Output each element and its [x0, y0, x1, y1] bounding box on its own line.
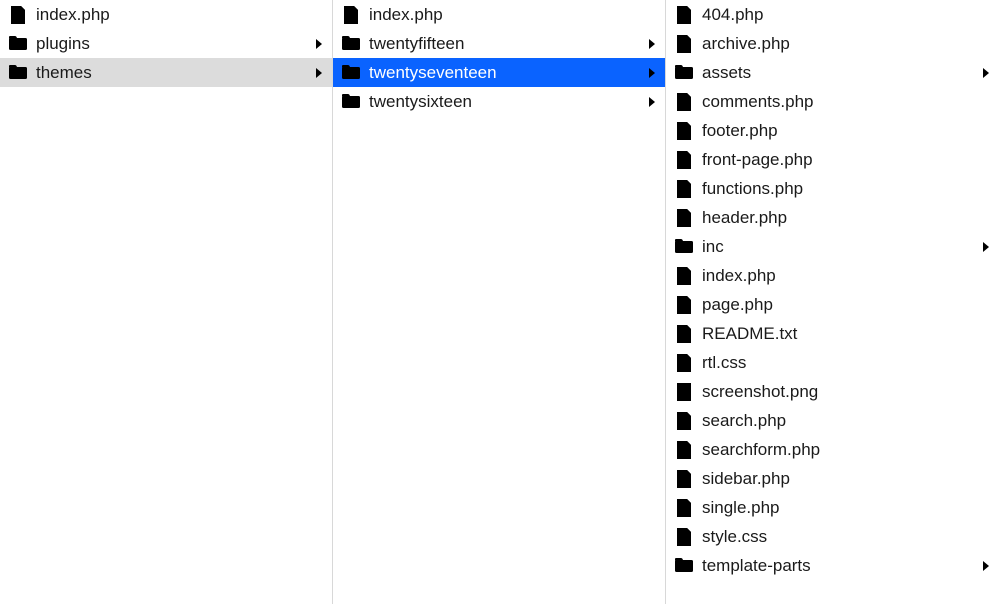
chevron-right-icon — [314, 39, 324, 49]
item-label: themes — [36, 58, 310, 87]
item-label: searchform.php — [702, 435, 991, 464]
php-file-icon — [674, 469, 694, 489]
file-item-screenshot-png[interactable]: screenshot.png — [666, 377, 999, 406]
php-file-icon — [674, 34, 694, 54]
item-label: twentyfifteen — [369, 29, 643, 58]
item-label: template-parts — [702, 551, 977, 580]
item-label: comments.php — [702, 87, 991, 116]
folder-icon — [674, 237, 694, 257]
item-label: twentysixteen — [369, 87, 643, 116]
item-label: front-page.php — [702, 145, 991, 174]
php-file-icon — [674, 266, 694, 286]
file-item-style-css[interactable]: style.css — [666, 522, 999, 551]
folder-item-twentysixteen[interactable]: twentysixteen — [333, 87, 665, 116]
file-item-single-php[interactable]: single.php — [666, 493, 999, 522]
finder-column-view: index.phppluginsthemes index.phptwentyfi… — [0, 0, 1000, 604]
folder-icon — [8, 63, 28, 83]
folder-icon — [674, 63, 694, 83]
php-file-icon — [674, 179, 694, 199]
php-file-icon — [674, 92, 694, 112]
php-file-icon — [674, 121, 694, 141]
item-label: footer.php — [702, 116, 991, 145]
item-label: index.php — [36, 0, 324, 29]
chevron-right-icon — [981, 68, 991, 78]
file-item-index-php[interactable]: index.php — [333, 0, 665, 29]
item-label: README.txt — [702, 319, 991, 348]
image-file-icon — [674, 382, 694, 402]
folder-item-twentyfifteen[interactable]: twentyfifteen — [333, 29, 665, 58]
file-item-front-page-php[interactable]: front-page.php — [666, 145, 999, 174]
folder-icon — [341, 92, 361, 112]
item-label: index.php — [369, 0, 657, 29]
file-item-searchform-php[interactable]: searchform.php — [666, 435, 999, 464]
php-file-icon — [674, 208, 694, 228]
php-file-icon — [8, 5, 28, 25]
item-label: page.php — [702, 290, 991, 319]
item-label: style.css — [702, 522, 991, 551]
folder-item-themes[interactable]: themes — [0, 58, 332, 87]
item-label: sidebar.php — [702, 464, 991, 493]
folder-item-plugins[interactable]: plugins — [0, 29, 332, 58]
file-item-comments-php[interactable]: comments.php — [666, 87, 999, 116]
item-label: screenshot.png — [702, 377, 991, 406]
folder-icon — [674, 556, 694, 576]
chevron-right-icon — [981, 561, 991, 571]
item-label: plugins — [36, 29, 310, 58]
item-label: index.php — [702, 261, 991, 290]
file-item-search-php[interactable]: search.php — [666, 406, 999, 435]
css-file-icon — [674, 353, 694, 373]
folder-icon — [341, 34, 361, 54]
item-label: archive.php — [702, 29, 991, 58]
file-item-index-php[interactable]: index.php — [666, 261, 999, 290]
file-item-rtl-css[interactable]: rtl.css — [666, 348, 999, 377]
php-file-icon — [674, 150, 694, 170]
chevron-right-icon — [647, 97, 657, 107]
file-item-functions-php[interactable]: functions.php — [666, 174, 999, 203]
item-label: header.php — [702, 203, 991, 232]
php-file-icon — [674, 440, 694, 460]
php-file-icon — [674, 411, 694, 431]
php-file-icon — [674, 295, 694, 315]
text-file-icon — [674, 324, 694, 344]
item-label: inc — [702, 232, 977, 261]
file-item-readme-txt[interactable]: README.txt — [666, 319, 999, 348]
item-label: single.php — [702, 493, 991, 522]
item-label: rtl.css — [702, 348, 991, 377]
chevron-right-icon — [647, 39, 657, 49]
php-file-icon — [341, 5, 361, 25]
folder-item-inc[interactable]: inc — [666, 232, 999, 261]
php-file-icon — [674, 5, 694, 25]
file-item-footer-php[interactable]: footer.php — [666, 116, 999, 145]
item-label: 404.php — [702, 0, 991, 29]
file-item-index-php[interactable]: index.php — [0, 0, 332, 29]
file-item-page-php[interactable]: page.php — [666, 290, 999, 319]
folder-icon — [8, 34, 28, 54]
finder-column-2[interactable]: 404.phparchive.phpassetscomments.phpfoot… — [666, 0, 999, 604]
file-item-sidebar-php[interactable]: sidebar.php — [666, 464, 999, 493]
folder-icon — [341, 63, 361, 83]
item-label: search.php — [702, 406, 991, 435]
folder-item-template-parts[interactable]: template-parts — [666, 551, 999, 580]
item-label: functions.php — [702, 174, 991, 203]
finder-column-0[interactable]: index.phppluginsthemes — [0, 0, 333, 604]
chevron-right-icon — [647, 68, 657, 78]
chevron-right-icon — [314, 68, 324, 78]
php-file-icon — [674, 498, 694, 518]
file-item-archive-php[interactable]: archive.php — [666, 29, 999, 58]
item-label: assets — [702, 58, 977, 87]
file-item-header-php[interactable]: header.php — [666, 203, 999, 232]
chevron-right-icon — [981, 242, 991, 252]
folder-item-assets[interactable]: assets — [666, 58, 999, 87]
css-file-icon — [674, 527, 694, 547]
folder-item-twentyseventeen[interactable]: twentyseventeen — [333, 58, 665, 87]
finder-column-1[interactable]: index.phptwentyfifteentwentyseventeentwe… — [333, 0, 666, 604]
file-item-404-php[interactable]: 404.php — [666, 0, 999, 29]
item-label: twentyseventeen — [369, 58, 643, 87]
